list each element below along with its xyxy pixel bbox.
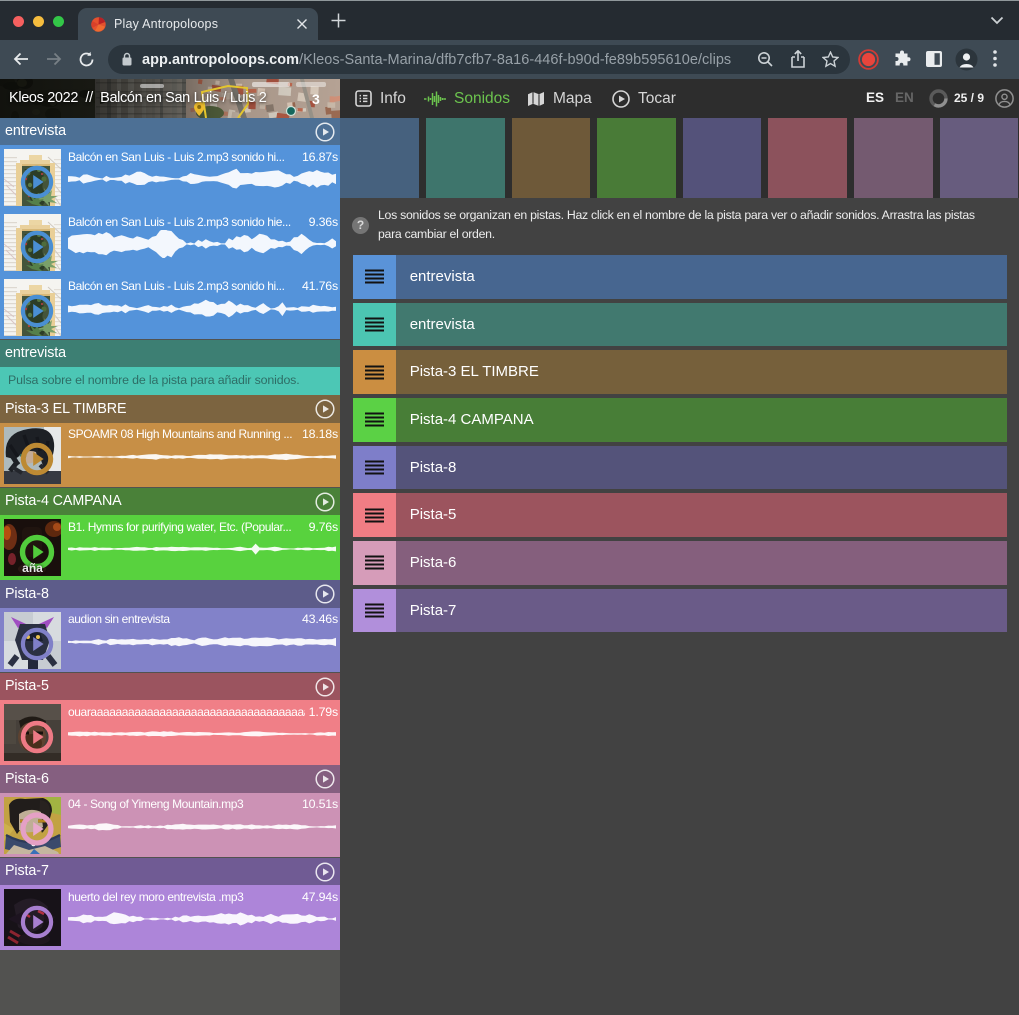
svg-text:3: 3 xyxy=(312,91,320,107)
